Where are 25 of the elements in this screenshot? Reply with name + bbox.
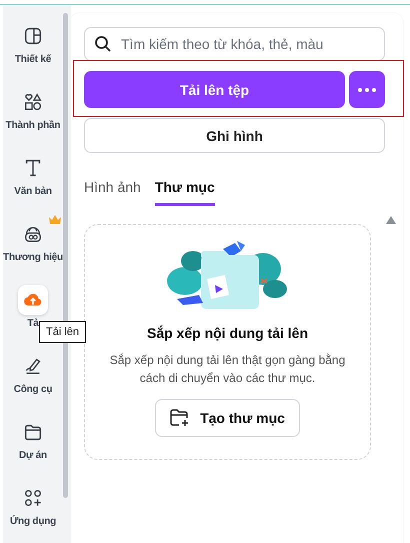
sidebar-label[interactable]: Tả (27, 318, 39, 329)
shapes-icon (22, 91, 44, 113)
tab[interactable]: Thư mục (154, 179, 215, 206)
more-icon (358, 88, 376, 92)
more-options-button[interactable] (349, 71, 385, 108)
sidebar-label[interactable]: Công cụ (14, 384, 52, 395)
folder-add-icon (170, 409, 190, 427)
create-folder-button[interactable]: Tạo thư mục (155, 399, 300, 437)
search-icon (94, 35, 112, 53)
sidebar-label[interactable]: Văn bản (14, 186, 52, 197)
sidebar-label[interactable]: Thiết kế (14, 54, 52, 65)
sidebar-label[interactable]: Thành phần (6, 120, 60, 131)
tooltip: Tải lên (39, 321, 86, 343)
scroll-up-icon[interactable] (386, 216, 396, 224)
tab[interactable]: Hình ảnh (84, 179, 141, 206)
search-field[interactable]: Tìm kiếm theo từ khóa, thẻ, màu (84, 27, 385, 61)
layout-icon (22, 25, 44, 47)
empty-state-description: Sắp xếp nội dung tải lên thật gọn gàng bằng cách di chuyển vào các thư mục. (108, 352, 346, 387)
sidebar-label[interactable]: Ứng dụng (10, 516, 56, 527)
record-button[interactable]: Ghi hình (84, 118, 385, 153)
sidebar-label[interactable]: Thương hiệu (3, 252, 63, 263)
upload-files-button[interactable]: Tải lên tệp (84, 71, 345, 108)
sidebar-label[interactable]: Dự án (19, 450, 47, 461)
empty-state-title: Sắp xếp nội dung tải lên (146, 325, 308, 341)
apps-icon (22, 487, 44, 509)
